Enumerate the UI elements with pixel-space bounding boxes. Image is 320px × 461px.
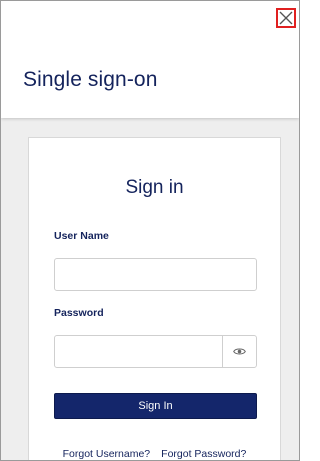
forgot-username-link[interactable]: Forgot Username?: [63, 448, 151, 460]
forgot-password-link[interactable]: Forgot Password?: [161, 448, 246, 460]
close-button[interactable]: [276, 8, 296, 28]
username-label: User Name: [54, 230, 109, 242]
password-input[interactable]: [55, 336, 222, 367]
help-links: Forgot Username? Forgot Password?: [29, 448, 280, 460]
username-input[interactable]: [54, 258, 257, 291]
close-icon: [279, 11, 293, 25]
show-password-button[interactable]: [222, 336, 256, 367]
eye-icon: [233, 348, 246, 355]
sign-in-button[interactable]: Sign In: [54, 393, 257, 419]
sign-in-card: Sign in User Name Password Sign In Forgo…: [28, 137, 281, 460]
sso-window: Single sign-on Sign in User Name Passwor…: [0, 0, 300, 461]
content-area: Sign in User Name Password Sign In Forgo…: [1, 118, 299, 460]
password-label: Password: [54, 307, 104, 319]
password-field-group: [54, 335, 257, 368]
sign-in-title: Sign in: [125, 177, 184, 198]
header: Single sign-on: [1, 1, 299, 118]
page-title: Single sign-on: [23, 68, 158, 91]
